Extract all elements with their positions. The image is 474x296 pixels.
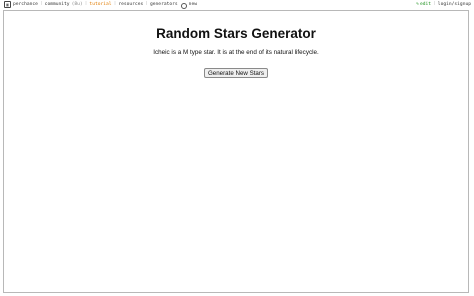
- edit-link[interactable]: edit: [420, 2, 431, 7]
- nav-separator: ⁞: [145, 2, 148, 7]
- nav-link-new[interactable]: new: [189, 2, 197, 8]
- nav-link-generators[interactable]: generators: [150, 2, 178, 8]
- generate-new-stars-button[interactable]: Generate New Stars: [203, 68, 269, 78]
- nav-link-community[interactable]: community: [45, 2, 70, 8]
- nav-separator: ⁞: [113, 2, 117, 7]
- nav-separator: ⁞: [39, 2, 43, 7]
- account-nav: ✎ edit ⁞ login/signup: [416, 2, 471, 7]
- star-description: Icheic is a M type star. It is at the en…: [153, 49, 319, 56]
- nav-separator: ⁞: [84, 2, 88, 7]
- generator-output-frame: Random Stars Generator Icheic is a M typ…: [3, 10, 469, 293]
- nav-separator: ⁞: [433, 2, 436, 7]
- community-count-badge: (8u): [71, 2, 83, 7]
- globe-icon: [180, 2, 187, 9]
- page-title: Random Stars Generator: [156, 26, 316, 41]
- perchance-logo-icon[interactable]: ▣: [4, 1, 11, 8]
- nav-link-perchance[interactable]: perchance: [13, 2, 38, 8]
- nav-link-resources[interactable]: resources: [118, 2, 143, 8]
- login-signup-link[interactable]: login/signup: [438, 2, 471, 7]
- button-container: Generate New Stars: [4, 62, 468, 80]
- site-nav: perchance ⁞ community (8u) ⁞ tutorial ⁞ …: [13, 2, 197, 9]
- nav-link-tutorial[interactable]: tutorial: [89, 2, 111, 8]
- edit-pencil-icon: ✎: [416, 2, 419, 7]
